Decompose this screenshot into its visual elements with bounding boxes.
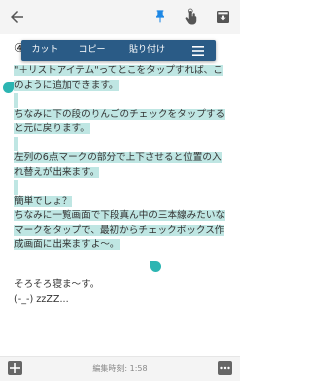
edit-time-label: 編集時刻: 1:58 xyxy=(92,364,148,373)
bottom-bar: 編集時刻: 1:58 xyxy=(0,356,240,381)
note-trailing-text: そろそろ寝ま〜す。 (-_-) zzZZ... xyxy=(14,278,99,307)
archive-icon[interactable] xyxy=(212,6,234,28)
back-arrow-icon[interactable] xyxy=(6,6,28,28)
selected-text: ちなみに下の段のりんごのチェックをタップすると元に戻ります。 xyxy=(14,108,226,134)
note-paragraph: "＋リストアイテム"ってとこをタップすれば、このように追加できます。 xyxy=(14,64,230,93)
more-options-icon[interactable] xyxy=(218,361,232,375)
paste-button[interactable]: 貼り付け xyxy=(115,40,179,61)
selected-text: "＋リストアイテム"ってとこをタップすれば、このように追加できます。 xyxy=(14,65,223,91)
selection-start-handle[interactable] xyxy=(3,82,14,93)
cut-button[interactable]: カット xyxy=(21,40,69,61)
menu-more-icon[interactable] xyxy=(179,40,216,61)
note-line: (-_-) zzZZ... xyxy=(14,293,69,305)
touch-hand-icon[interactable] xyxy=(180,5,202,29)
text-selection-menu: カット コピー 貼り付け xyxy=(21,40,216,61)
note-paragraph: 簡単でしょ？ ちなみに一覧画面で下段真ん中の三本線みたいなマークをタップで、最初… xyxy=(14,195,230,253)
note-line: そろそろ寝ま〜す。 xyxy=(14,279,100,290)
note-paragraph: ちなみに下の段のりんごのチェックをタップすると元に戻ります。 xyxy=(14,108,230,137)
selected-text: 簡単でしょ？ ちなみに一覧画面で下段真ん中の三本線みたいなマークをタップで、最初… xyxy=(14,195,226,250)
selection-end-handle[interactable] xyxy=(150,261,161,272)
top-app-bar xyxy=(0,0,240,34)
pin-icon[interactable] xyxy=(150,6,170,28)
note-paragraph: 左列の6点マークの部分で上下させると位置の入れ替えが出来ます。 xyxy=(14,151,230,180)
copy-button[interactable]: コピー xyxy=(69,40,115,61)
note-body[interactable]: "＋リストアイテム"ってとこをタップすれば、このように追加できます。 ちなみに下… xyxy=(14,64,230,253)
selected-text: 左列の6点マークの部分で上下させると位置の入れ替えが出来ます。 xyxy=(14,152,222,178)
